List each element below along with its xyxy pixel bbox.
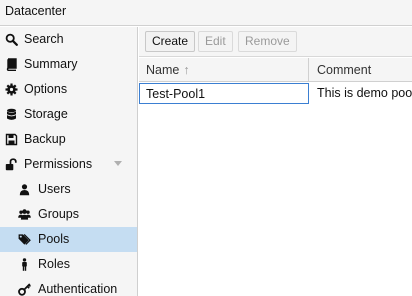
- unlock-icon: [5, 158, 18, 171]
- sidebar-item-authentication[interactable]: Authentication: [0, 277, 137, 296]
- sidebar-item-roles[interactable]: Roles: [0, 252, 137, 277]
- user-icon: [18, 183, 31, 196]
- column-header-name[interactable]: Name ↑: [139, 58, 309, 82]
- pools-grid: Test-Pool1 This is demo pool: [139, 83, 412, 296]
- column-header-label: Comment: [317, 63, 372, 77]
- sidebar-item-label: Roles: [38, 257, 70, 271]
- column-header-comment[interactable]: Comment: [310, 58, 412, 82]
- sidebar-item-label: Groups: [38, 207, 79, 221]
- sidebar-item-label: Backup: [24, 132, 66, 146]
- search-icon: [5, 33, 18, 46]
- panel-titlebar: Datacenter: [0, 0, 412, 26]
- sidebar-item-permissions[interactable]: Permissions: [0, 152, 137, 177]
- grid-header: Name ↑ Comment: [139, 58, 412, 82]
- male-icon: [18, 258, 31, 271]
- pool-name-cell[interactable]: Test-Pool1: [139, 83, 309, 104]
- sidebar-item-pools[interactable]: Pools: [0, 227, 137, 252]
- book-icon: [5, 58, 18, 71]
- sidebar-item-label: Summary: [24, 57, 78, 71]
- sidebar-item-storage[interactable]: Storage: [0, 102, 137, 127]
- sidebar-item-summary[interactable]: Summary: [0, 52, 137, 77]
- sort-ascending-icon: ↑: [183, 63, 190, 77]
- tags-icon: [18, 233, 31, 246]
- floppy-icon: [5, 133, 18, 146]
- table-row[interactable]: Test-Pool1 This is demo pool: [139, 83, 412, 104]
- sidebar-item-label: Authentication: [38, 282, 118, 296]
- gear-icon: [5, 83, 18, 96]
- users-icon: [18, 208, 31, 221]
- pool-comment-cell[interactable]: This is demo pool: [310, 83, 412, 104]
- panel-title: Datacenter: [5, 4, 67, 18]
- key-icon: [18, 283, 31, 296]
- column-header-label: Name: [146, 63, 180, 77]
- sidebar-item-backup[interactable]: Backup: [0, 127, 137, 152]
- create-button[interactable]: Create: [145, 31, 196, 52]
- remove-button[interactable]: Remove: [238, 31, 297, 52]
- database-icon: [5, 108, 18, 121]
- sidebar-item-options[interactable]: Options: [0, 77, 137, 102]
- edit-button[interactable]: Edit: [198, 31, 233, 52]
- sidebar-item-label: Permissions: [24, 157, 93, 171]
- sidebar-item-groups[interactable]: Groups: [0, 202, 137, 227]
- sidebar-item-label: Pools: [38, 232, 70, 246]
- sidebar-item-label: Storage: [24, 107, 68, 121]
- sidebar-item-users[interactable]: Users: [0, 177, 137, 202]
- sidebar: Search Summary Options Storage Backup Pe…: [0, 27, 138, 296]
- sidebar-item-label: Search: [24, 32, 64, 46]
- sidebar-item-label: Users: [38, 182, 71, 196]
- chevron-down-icon[interactable]: [114, 161, 122, 166]
- sidebar-item-search[interactable]: Search: [0, 27, 137, 52]
- sidebar-item-label: Options: [24, 82, 68, 96]
- toolbar: Create Edit Remove: [139, 27, 412, 57]
